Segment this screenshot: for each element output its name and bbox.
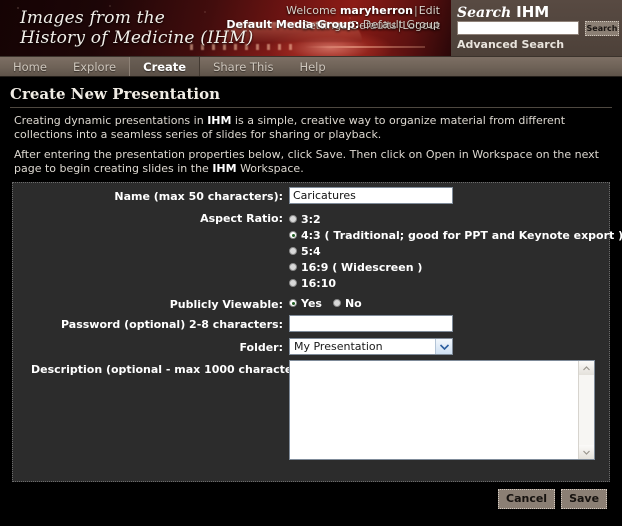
page-content: Create New Presentation Creating dynamic…	[0, 77, 622, 526]
search-heading-ihm: IHM	[516, 3, 550, 21]
intro-2-ihm: IHM	[212, 162, 237, 175]
welcome-text: Welcome	[286, 4, 340, 17]
page-title: Create New Presentation	[10, 85, 220, 103]
search-button[interactable]: Search	[585, 21, 619, 36]
chevron-down-icon[interactable]	[435, 339, 452, 354]
intro-2-text-b: Workspace.	[236, 162, 304, 175]
public-option-no[interactable]: No	[332, 296, 362, 310]
aspect-option-16-9[interactable]: 16:9 ( Widescreen )	[289, 259, 622, 275]
aspect-option-16-10-label: 16:10	[301, 276, 337, 290]
public-option-yes[interactable]: Yes	[289, 296, 322, 310]
aspect-option-5-4[interactable]: 5:4	[289, 243, 622, 259]
search-heading: Search IHM	[457, 3, 549, 21]
aspect-option-3-2-label: 3:2	[301, 212, 321, 226]
name-field-label: Name (max 50 characters):	[114, 190, 283, 203]
nav-item-create[interactable]: Create	[129, 57, 201, 76]
form-actions: Cancel Save	[498, 489, 608, 509]
aspect-option-16-10[interactable]: 16:10	[289, 275, 622, 291]
aspect-ratio-label: Aspect Ratio:	[200, 212, 283, 225]
default-media-group: Default Media Group: Default Group	[150, 17, 440, 32]
media-group-value: Default Group	[362, 18, 440, 31]
public-option-no-label: No	[344, 296, 362, 310]
save-button[interactable]: Save	[561, 489, 608, 509]
publicly-viewable-radio-group: Yes No	[289, 296, 362, 310]
radio-icon-yes[interactable]	[289, 299, 297, 307]
scrollbar-track[interactable]	[579, 375, 594, 445]
aspect-option-4-3-label: 4:3 ( Traditional; good for PPT and Keyn…	[301, 228, 622, 242]
nav-item-help[interactable]: Help	[286, 57, 338, 76]
password-field-label: Password (optional) 2-8 characters:	[61, 318, 283, 331]
radio-icon-5-4[interactable]	[289, 247, 297, 255]
description-textarea-wrapper	[289, 360, 595, 460]
aspect-option-4-3[interactable]: 4:3 ( Traditional; good for PPT and Keyn…	[289, 227, 622, 243]
cancel-button[interactable]: Cancel	[498, 489, 556, 509]
nav-item-list: Home Explore Create Share This Help	[0, 57, 622, 76]
search-heading-search: Search	[457, 5, 512, 21]
nav-item-home[interactable]: Home	[0, 57, 60, 76]
radio-icon-3-2[interactable]	[289, 215, 297, 223]
application-window: Images from the History of Medicine (IHM…	[0, 0, 622, 526]
main-navigation: Home Explore Create Share This Help	[0, 56, 622, 77]
nav-item-share-this[interactable]: Share This	[200, 57, 286, 76]
radio-icon-4-3[interactable]	[289, 231, 297, 239]
intro-1-ihm: IHM	[207, 114, 232, 127]
description-field-label: Description (optional - max 1000 charact…	[31, 363, 314, 376]
intro-paragraph-1: Creating dynamic presentations in IHM is…	[14, 114, 612, 142]
publicly-viewable-label: Publicly Viewable:	[169, 298, 283, 311]
folder-select-value: My Presentation	[294, 340, 383, 353]
description-scrollbar[interactable]	[578, 361, 594, 459]
username-label: maryherron	[339, 4, 413, 17]
radio-icon-16-9[interactable]	[289, 263, 297, 271]
aspect-option-5-4-label: 5:4	[301, 244, 321, 258]
intro-paragraph-2: After entering the presentation properti…	[14, 148, 612, 176]
advanced-search-link[interactable]: Advanced Search	[457, 38, 564, 51]
aspect-ratio-radio-group: 3:2 4:3 ( Traditional; good for PPT and …	[289, 211, 622, 291]
presentation-form: Name (max 50 characters): Aspect Ratio: …	[12, 182, 622, 482]
intro-2-text-a: After entering the presentation properti…	[14, 148, 599, 175]
scroll-down-icon[interactable]	[579, 445, 594, 459]
aspect-option-3-2[interactable]: 3:2	[289, 211, 622, 227]
scroll-up-icon[interactable]	[579, 361, 594, 375]
folder-field-label: Folder:	[239, 341, 283, 354]
name-input[interactable]	[289, 187, 453, 204]
title-divider	[10, 107, 612, 108]
site-banner: Images from the History of Medicine (IHM…	[0, 0, 622, 56]
banner-streak-graphic	[305, 46, 425, 48]
intro-1-text-a: Creating dynamic presentations in	[14, 114, 208, 127]
radio-icon-16-10[interactable]	[289, 279, 297, 287]
media-group-label: Default Media Group:	[226, 18, 360, 31]
search-panel: Search IHM Search Advanced Search	[451, 0, 622, 56]
radio-icon-no[interactable]	[332, 299, 341, 307]
public-option-yes-label: Yes	[301, 296, 322, 310]
password-input[interactable]	[289, 315, 453, 332]
nav-item-explore[interactable]: Explore	[60, 57, 129, 76]
folder-select[interactable]: My Presentation	[289, 338, 453, 355]
description-textarea[interactable]	[290, 361, 578, 459]
aspect-option-16-9-label: 16:9 ( Widescreen )	[301, 260, 423, 274]
search-input[interactable]	[457, 21, 579, 35]
